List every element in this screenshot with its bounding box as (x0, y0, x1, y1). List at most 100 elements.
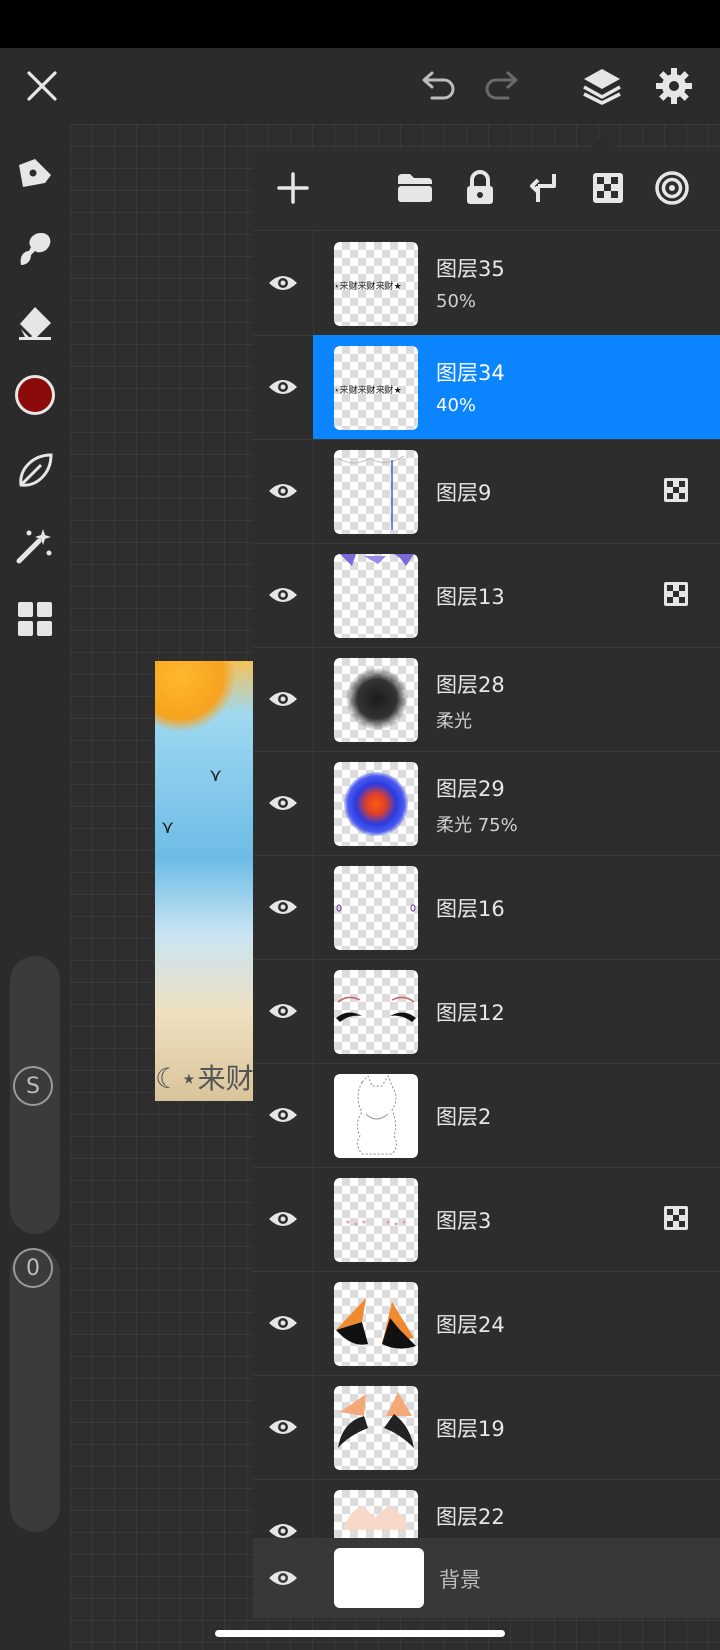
panel-pointer (591, 134, 615, 148)
layer-main[interactable]: 图层28 柔光 (313, 647, 720, 751)
layer-name: 图层13 (436, 585, 505, 609)
layer-row[interactable]: 图层19 (253, 1375, 720, 1480)
eye-icon[interactable] (253, 1375, 314, 1479)
layer-row[interactable]: 图层22 (253, 1479, 720, 1538)
eye-icon[interactable] (253, 335, 314, 439)
smudge-tool-icon[interactable] (8, 222, 62, 276)
gear-icon[interactable] (646, 58, 702, 114)
layer-main[interactable]: 图层29 柔光 75% (313, 751, 720, 855)
layer-name: 图层3 (436, 1209, 492, 1233)
grid-apps-icon[interactable] (8, 592, 62, 646)
layers-panel-toolbar (253, 148, 720, 231)
undo-icon[interactable] (410, 58, 466, 114)
layer-main[interactable]: 图层19 (313, 1375, 720, 1479)
layer-main[interactable]: 图层22 (313, 1479, 720, 1538)
layer-main[interactable]: 图层9 (313, 439, 720, 543)
layer-thumbnail (334, 866, 418, 950)
eye-icon[interactable] (253, 1538, 313, 1618)
add-layer-icon[interactable] (267, 162, 319, 214)
thumb-text: ⋆来财来财来财★ (334, 386, 402, 396)
blend-mode-icon[interactable] (646, 162, 698, 214)
alpha-lock-icon[interactable] (582, 162, 634, 214)
leaf-brush-icon[interactable] (8, 444, 62, 498)
eye-icon[interactable] (253, 647, 314, 751)
artwork-preview[interactable]: ⋎ ⋎ ☾⋆来财 (155, 661, 255, 1101)
brush-size-slider[interactable]: S (10, 956, 60, 1234)
layer-thumbnail (334, 1074, 418, 1158)
layer-row[interactable]: 图层28 柔光 (253, 647, 720, 752)
layer-row[interactable]: 图层24 (253, 1271, 720, 1376)
eye-icon[interactable] (253, 855, 314, 959)
layer-row[interactable]: 图层3 (253, 1167, 720, 1272)
top-bar (0, 48, 720, 124)
layer-main[interactable]: ⋆来财来财来财★ 图层34 40% (313, 335, 720, 439)
layer-main[interactable]: 图层3 (313, 1167, 720, 1271)
lock-icon[interactable] (454, 162, 506, 214)
thumb-text: ⋆来财来财来财★ (334, 282, 402, 292)
opacity-badge: 0 (13, 1248, 53, 1288)
layer-name: 图层34 (436, 361, 505, 385)
layer-row[interactable]: 图层16 (253, 855, 720, 960)
folder-icon[interactable] (389, 162, 441, 214)
bird-icon: ⋎ (161, 817, 175, 838)
layer-thumbnail (334, 658, 418, 742)
layer-list[interactable]: ⋆来财来财来财★ 图层35 50% ⋆来财来财来财★ 图层34 40% 图层9 … (253, 231, 720, 1538)
opacity-slider[interactable]: 0 (10, 1248, 60, 1532)
alpha-lock-icon (663, 1205, 689, 1231)
home-indicator (215, 1630, 505, 1637)
sun-shape (155, 661, 235, 731)
layer-row[interactable]: 图层12 (253, 959, 720, 1064)
layer-main[interactable]: 图层13 (313, 543, 720, 647)
pen-tool-icon[interactable] (8, 146, 62, 200)
layer-name: 图层28 (436, 673, 505, 697)
left-toolbar: S 0 (0, 124, 70, 1650)
eye-icon[interactable] (253, 1167, 314, 1271)
layer-row[interactable]: 图层2 (253, 1063, 720, 1168)
layer-name: 图层19 (436, 1417, 505, 1441)
eye-icon[interactable] (253, 439, 314, 543)
layer-row[interactable]: 图层29 柔光 75% (253, 751, 720, 856)
layer-row[interactable]: 图层9 (253, 439, 720, 544)
layer-thumbnail (334, 554, 418, 638)
layer-row[interactable]: ⋆来财来财来财★ 图层35 50% (253, 231, 720, 336)
eye-icon[interactable] (253, 543, 314, 647)
eye-icon[interactable] (253, 231, 314, 335)
background-layer-row[interactable]: 背景 (253, 1538, 720, 1618)
layer-name: 图层22 (436, 1505, 505, 1529)
layer-thumbnail (334, 1386, 418, 1470)
layer-main[interactable]: 图层12 (313, 959, 720, 1063)
artwork-caption: ☾⋆来财 (155, 1062, 254, 1095)
layer-thumbnail: ⋆来财来财来财★ (334, 242, 418, 326)
size-badge: S (13, 1066, 53, 1106)
layer-main[interactable]: 图层2 (313, 1063, 720, 1167)
layer-thumbnail (334, 450, 418, 534)
bird-icon: ⋎ (209, 765, 223, 786)
eye-icon[interactable] (253, 1063, 314, 1167)
layer-main[interactable]: 图层24 (313, 1271, 720, 1375)
layer-row[interactable]: ⋆来财来财来财★ 图层34 40% (253, 335, 720, 440)
color-swatch[interactable] (8, 368, 62, 422)
merge-down-icon[interactable] (518, 162, 570, 214)
layer-name: 图层12 (436, 1001, 505, 1025)
layer-thumbnail (334, 1490, 418, 1538)
background-layer-name: 背景 (439, 1568, 481, 1592)
alpha-lock-icon (663, 477, 689, 503)
background-thumbnail (334, 1548, 424, 1608)
redo-icon[interactable] (474, 58, 530, 114)
eraser-tool-icon[interactable] (8, 294, 62, 348)
layer-name: 图层9 (436, 481, 492, 505)
layers-icon[interactable] (574, 58, 630, 114)
eye-icon[interactable] (253, 1271, 314, 1375)
magic-wand-icon[interactable] (8, 518, 62, 572)
close-icon[interactable] (14, 58, 70, 114)
layer-main[interactable]: 图层16 (313, 855, 720, 959)
alpha-lock-icon (663, 581, 689, 607)
layers-panel: ⋆来财来财来财★ 图层35 50% ⋆来财来财来财★ 图层34 40% 图层9 … (253, 148, 720, 1618)
eye-icon[interactable] (253, 959, 314, 1063)
eye-icon[interactable] (253, 1479, 314, 1538)
layer-row[interactable]: 图层13 (253, 543, 720, 648)
layer-thumbnail (334, 1178, 418, 1262)
status-bar (0, 0, 720, 48)
layer-main[interactable]: ⋆来财来财来财★ 图层35 50% (313, 231, 720, 335)
eye-icon[interactable] (253, 751, 314, 855)
